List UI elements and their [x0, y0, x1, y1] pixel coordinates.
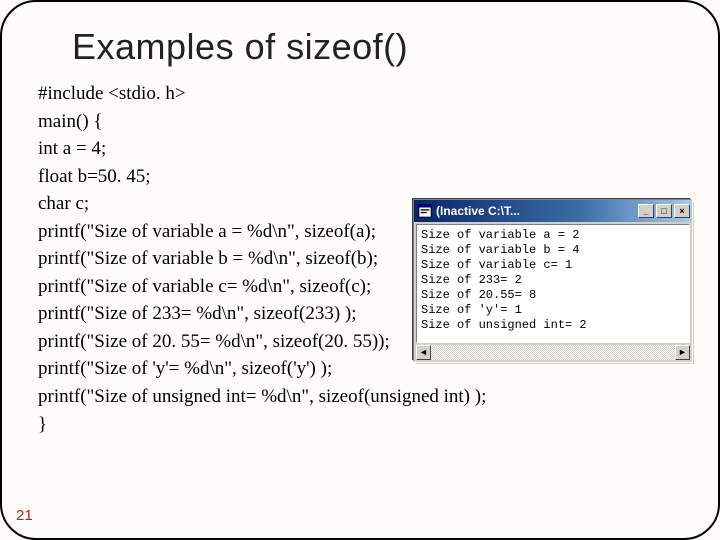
titlebar[interactable]: (Inactive C:\T... _ □ ×	[414, 200, 692, 222]
console-output: Size of variable a = 2 Size of variable …	[416, 224, 690, 343]
scroll-track[interactable]	[431, 345, 675, 360]
console-line: Size of unsigned int= 2	[421, 318, 587, 332]
page-number: 21	[16, 507, 33, 524]
app-icon	[418, 204, 432, 218]
maximize-button[interactable]: □	[656, 204, 672, 218]
window-buttons: _ □ ×	[638, 204, 690, 218]
slide: Examples of sizeof() #include <stdio. h>…	[0, 0, 720, 540]
slide-title: Examples of sizeof()	[72, 26, 690, 68]
console-line: Size of variable a = 2	[421, 228, 579, 242]
scroll-right-button[interactable]: ►	[675, 345, 690, 360]
code-line: int a = 4;	[38, 135, 690, 163]
code-line: }	[38, 411, 690, 439]
scrollbar-horizontal[interactable]: ◄ ►	[416, 345, 690, 360]
close-button[interactable]: ×	[674, 204, 690, 218]
scroll-left-button[interactable]: ◄	[416, 345, 431, 360]
minimize-button[interactable]: _	[638, 204, 654, 218]
console-line: Size of 'y'= 1	[421, 303, 522, 317]
console-line: Size of 233= 2	[421, 273, 522, 287]
console-line: Size of 20.55= 8	[421, 288, 536, 302]
code-line: #include <stdio. h>	[38, 80, 690, 108]
code-line: printf("Size of unsigned int= %d\n", siz…	[38, 383, 690, 411]
code-line: main() {	[38, 108, 690, 136]
console-line: Size of variable b = 4	[421, 243, 579, 257]
titlebar-text: (Inactive C:\T...	[436, 204, 638, 218]
console-window: (Inactive C:\T... _ □ × Size of variable…	[414, 200, 692, 362]
code-line: float b=50. 45;	[38, 163, 690, 191]
console-line: Size of variable c= 1	[421, 258, 572, 272]
